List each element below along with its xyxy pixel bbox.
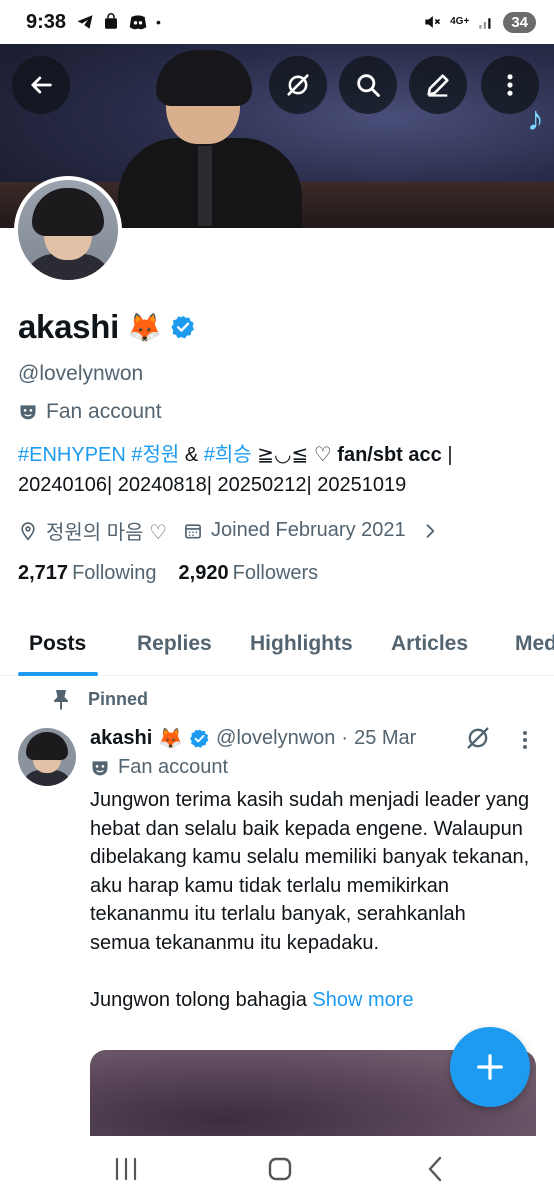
fox-emoji: 🦊 xyxy=(158,728,184,750)
following-link[interactable]: 2,717 Following xyxy=(18,562,157,585)
bio-bold-text: fan/sbt acc xyxy=(337,444,442,466)
more-options-button[interactable] xyxy=(481,56,539,114)
followers-count: 2,920 xyxy=(178,562,229,584)
follow-stats: 2,717 Following 2,920 Followers xyxy=(18,562,318,585)
grok-icon[interactable] xyxy=(464,724,492,752)
joined-date[interactable]: Joined February 2021 xyxy=(211,519,406,542)
tweet-author-avatar[interactable] xyxy=(18,728,76,786)
back-button[interactable] xyxy=(12,56,70,114)
back-arrow-icon xyxy=(31,76,52,94)
status-bar: 9:38 • 4G+ 34 xyxy=(0,0,554,44)
tweet-more-icon[interactable] xyxy=(516,728,534,752)
hashtag-link[interactable]: #ENHYPEN xyxy=(18,444,126,466)
tweet-separator: · xyxy=(341,727,349,749)
tab-replies[interactable]: Replies xyxy=(137,632,212,656)
network-type: 4G+ xyxy=(450,16,470,27)
edit-icon xyxy=(427,74,449,97)
tweet-paragraph-last: Jungwon tolong bahagia Show more xyxy=(90,986,530,1015)
edit-button[interactable] xyxy=(409,56,467,114)
theater-mask-icon xyxy=(20,405,36,420)
search-icon xyxy=(357,74,380,97)
location-text: 정원의 마음 ♡ xyxy=(46,522,168,544)
notification-icons: • xyxy=(76,13,161,31)
tab-posts[interactable]: Posts xyxy=(29,632,86,656)
status-time: 9:38 xyxy=(26,10,67,33)
profile-handle: @lovelynwon xyxy=(18,362,144,385)
tab-highlights[interactable]: Highlights xyxy=(250,632,353,656)
more-vertical-icon xyxy=(507,74,513,96)
hashtag-link[interactable]: #정원 xyxy=(131,444,179,466)
home-icon[interactable] xyxy=(265,1154,295,1184)
tweet-date[interactable]: 25 Mar xyxy=(354,727,416,750)
pin-icon xyxy=(54,690,68,710)
tweet-text[interactable]: Jungwon terima kasih sudah menjadi leade… xyxy=(90,786,530,1015)
calendar-icon xyxy=(185,523,201,538)
active-tab-indicator xyxy=(18,672,98,676)
status-right: 4G+ 34 xyxy=(422,11,536,33)
dot-icon: • xyxy=(156,14,161,30)
telegram-icon xyxy=(77,15,93,29)
show-more-link[interactable]: Show more xyxy=(312,989,413,1011)
tab-articles[interactable]: Articles xyxy=(391,632,468,656)
recents-icon[interactable] xyxy=(111,1154,141,1184)
shopping-bag-icon xyxy=(105,13,118,29)
tweet-paragraph-text: Jungwon tolong bahagia xyxy=(90,989,307,1012)
account-type-row: Fan account xyxy=(18,400,162,424)
signal-icon xyxy=(479,18,491,29)
theater-mask-icon xyxy=(92,760,108,775)
pinned-label: Pinned xyxy=(88,688,149,709)
system-navigation-bar xyxy=(0,1136,554,1200)
compose-button[interactable] xyxy=(450,1027,530,1107)
tab-media[interactable]: Med xyxy=(515,632,554,656)
location-pin-icon xyxy=(21,521,35,541)
grok-icon xyxy=(287,74,309,96)
tweet-account-label: Fan account xyxy=(118,756,229,778)
bio-text: ≧◡≦ ♡ xyxy=(251,444,338,466)
mute-icon xyxy=(425,16,441,28)
tweet-author-name[interactable]: akashi xyxy=(90,727,152,750)
discord-icon xyxy=(129,15,147,30)
tweet-author-handle[interactable]: @lovelynwon xyxy=(216,727,335,750)
tweet-paragraph: Jungwon terima kasih sudah menjadi leade… xyxy=(90,789,530,954)
hashtag-link[interactable]: #희승 xyxy=(204,444,252,466)
profile-bio: #ENHYPEN #정원 & #희승 ≧◡≦ ♡ fan/sbt acc | 2… xyxy=(18,440,543,500)
tweet-header: akashi 🦊 @lovelynwon · 25 Mar xyxy=(90,726,416,751)
display-name-row: akashi 🦊 xyxy=(18,308,196,346)
plus-icon xyxy=(477,1054,503,1080)
fox-emoji: 🦊 xyxy=(126,311,162,343)
search-button[interactable] xyxy=(339,56,397,114)
display-name: akashi xyxy=(18,308,119,345)
chevron-right-icon[interactable] xyxy=(420,521,440,541)
back-icon[interactable] xyxy=(421,1154,451,1184)
battery-indicator: 34 xyxy=(503,11,536,33)
pinned-label-row: Pinned xyxy=(52,688,148,710)
following-count: 2,717 xyxy=(18,562,69,584)
followers-link[interactable]: 2,920 Followers xyxy=(179,562,319,585)
bio-text: & xyxy=(179,444,204,466)
account-type-label: Fan account xyxy=(46,400,162,423)
tweet-account-type: Fan account xyxy=(90,756,228,779)
verified-badge-icon[interactable] xyxy=(189,728,210,749)
verified-badge-icon[interactable] xyxy=(170,314,196,340)
profile-tabs: Posts Replies Highlights Articles Med xyxy=(0,614,554,676)
following-label: Following xyxy=(72,562,157,584)
profile-meta-row: 정원의 마음 ♡ Joined February 2021 xyxy=(18,516,440,545)
followers-label: Followers xyxy=(232,562,319,584)
grok-button[interactable] xyxy=(269,56,327,114)
profile-avatar[interactable] xyxy=(14,176,122,284)
